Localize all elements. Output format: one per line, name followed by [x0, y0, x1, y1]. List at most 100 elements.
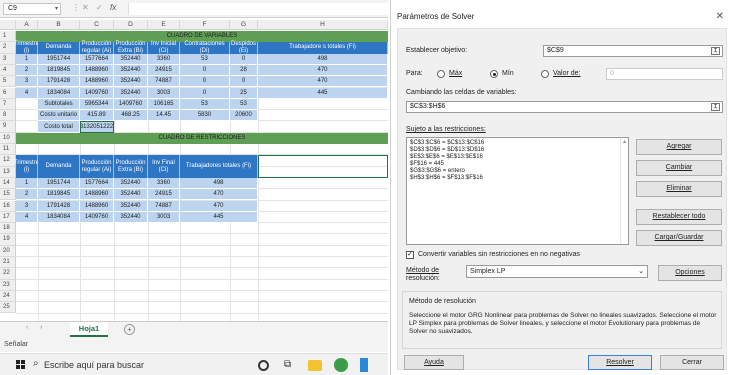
taskbar-search[interactable]: Escribe aquí para buscar [44, 358, 144, 372]
table-cell[interactable]: 14.45 [148, 110, 180, 122]
options-button[interactable]: Opciones [658, 265, 722, 281]
table-cell[interactable]: 74887 [148, 76, 180, 88]
solve-button[interactable]: Resolver [588, 355, 652, 370]
table-cell[interactable]: 3003 [148, 211, 180, 224]
load-save-button[interactable]: Cargar/Guardar [636, 230, 722, 246]
table-cell[interactable]: 0 [180, 87, 230, 99]
column-header[interactable]: C [80, 20, 114, 30]
table-cell[interactable]: 1488960 [80, 76, 114, 88]
table-cell[interactable]: 470 [180, 189, 258, 201]
row-header[interactable]: 3 [0, 53, 16, 65]
table-cell[interactable]: 106165 [148, 98, 180, 111]
row-header[interactable]: 22 [0, 268, 16, 280]
table-cell[interactable]: 352440 [114, 189, 148, 201]
constraint-item[interactable]: $H$3:$H$6 = $F$13:$F$16 [410, 175, 625, 182]
row-header[interactable]: 25 [0, 302, 16, 314]
table-cell[interactable]: 1577664 [80, 177, 114, 190]
collapse-range-icon[interactable]: ↥ [711, 103, 720, 111]
list-scrollbar[interactable]: ▲ [620, 138, 628, 244]
table-cell[interactable]: 470 [180, 200, 258, 212]
table-cell[interactable]: 5830 [180, 110, 230, 122]
table-cell[interactable]: 1791428 [38, 200, 80, 212]
row-header[interactable]: 11 [0, 144, 16, 156]
row-header[interactable]: 9 [0, 121, 16, 133]
table-cell[interactable]: 352440 [114, 53, 148, 65]
constraints-list[interactable]: $C$3:$C$6 = $C$13:$C$16 $D$3:$D$6 = $D$13… [406, 137, 629, 245]
column-header[interactable]: F [180, 20, 230, 30]
table-cell[interactable]: 74887 [148, 200, 180, 212]
row-header[interactable]: 7 [0, 98, 16, 111]
changing-cells-input[interactable]: $C$3:$H$6 ↥ [406, 101, 723, 113]
formula-input[interactable] [128, 3, 388, 15]
table-cell[interactable]: 468.25 [114, 110, 148, 122]
table-cell[interactable]: 352440 [114, 211, 148, 224]
table-cell[interactable]: 53 [180, 53, 230, 65]
table-cell[interactable]: 1834084 [38, 87, 80, 99]
cancel-icon[interactable]: ✕ [82, 3, 89, 12]
constraint-item[interactable]: $C$3:$C$6 = $C$13:$C$16 [410, 140, 625, 147]
row-header[interactable]: 8 [0, 110, 16, 122]
table-cell[interactable]: 0 [230, 53, 258, 65]
table-cell[interactable]: 470 [258, 76, 388, 88]
table-cell[interactable]: 1409760 [114, 98, 148, 111]
row-header[interactable]: 16 [0, 200, 16, 212]
app-icon[interactable] [360, 358, 368, 372]
column-header[interactable]: H [258, 20, 388, 30]
table-cell[interactable]: 0 [180, 76, 230, 88]
row-header[interactable]: 15 [0, 189, 16, 201]
table-cell[interactable]: 470 [258, 64, 388, 77]
column-header[interactable]: B [38, 20, 80, 30]
row-header[interactable]: 18 [0, 223, 16, 235]
delete-constraint-button[interactable]: Eliminar [636, 181, 722, 197]
constraint-item[interactable]: $D$3:$D$6 = $D$13:$D$16 [410, 147, 625, 154]
table-cell[interactable]: 3003 [148, 87, 180, 99]
table-cell[interactable]: 352440 [114, 64, 148, 77]
search-icon[interactable]: ⌕ [33, 358, 39, 369]
table-cell[interactable]: 352440 [114, 76, 148, 88]
table-cell[interactable]: 1488960 [80, 64, 114, 77]
row-header[interactable]: 23 [0, 279, 16, 291]
constraint-item[interactable]: $E$3:$E$6 = $E$13:$E$16 [410, 154, 625, 161]
table-cell[interactable]: 352440 [114, 177, 148, 190]
table-cell[interactable]: 1577664 [80, 53, 114, 65]
row-header[interactable]: 20 [0, 245, 16, 257]
name-box[interactable]: C9 ▾ [3, 3, 61, 15]
file-explorer-icon[interactable] [308, 360, 322, 371]
table-cell[interactable]: 1488960 [80, 189, 114, 201]
row-header[interactable]: 4 [0, 64, 16, 77]
row-header[interactable]: 14 [0, 177, 16, 190]
row-header[interactable]: 17 [0, 211, 16, 224]
table-cell[interactable]: 498 [180, 177, 258, 190]
cortana-icon[interactable] [258, 360, 269, 371]
total-cost-label[interactable]: Costo total [38, 121, 80, 133]
table-cell[interactable]: 0 [230, 76, 258, 88]
constraint-item[interactable]: $F$16 = 445 [410, 161, 625, 168]
value-of-input[interactable]: 0 [606, 68, 723, 80]
table-cell[interactable]: 24915 [148, 64, 180, 77]
subtotal-label[interactable]: Subtotales [38, 98, 80, 111]
unit-cost-label[interactable]: Costo unitario [38, 110, 80, 122]
method-select[interactable]: Simplex LP ⌄ [466, 265, 648, 278]
select-all-corner[interactable] [0, 20, 16, 30]
table-cell[interactable]: 5965344 [80, 98, 114, 111]
row-header[interactable]: 10 [0, 132, 16, 144]
table-cell[interactable]: 1488960 [80, 200, 114, 212]
row-header[interactable]: 21 [0, 257, 16, 269]
table-cell[interactable]: 1 [16, 177, 38, 190]
add-sheet-button[interactable]: + [124, 324, 135, 335]
column-header[interactable]: G [230, 20, 258, 30]
column-header[interactable]: E [148, 20, 180, 30]
table-cell[interactable]: 20600 [230, 110, 258, 122]
chrome-icon[interactable] [334, 358, 348, 372]
table-cell[interactable]: 352440 [114, 200, 148, 212]
windows-start-icon[interactable] [16, 360, 26, 370]
prev-sheet-icon[interactable]: ‹ [26, 324, 28, 331]
table-cell[interactable]: 1819845 [38, 64, 80, 77]
add-constraint-button[interactable]: Agregar [636, 139, 722, 155]
table-cell[interactable]: 24915 [148, 189, 180, 201]
table-cell[interactable]: 4 [16, 211, 38, 224]
close-button[interactable]: Cerrar [660, 355, 724, 370]
table-cell[interactable]: 1 [16, 53, 38, 65]
table-cell[interactable]: 3360 [148, 177, 180, 190]
objective-input[interactable]: $C$9 ↥ [543, 45, 723, 57]
